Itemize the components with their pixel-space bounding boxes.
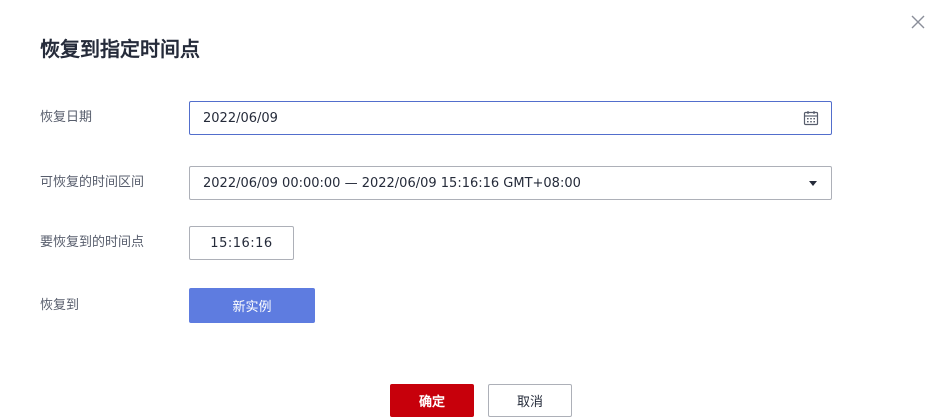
restore-time-input[interactable]: 15:16:16: [189, 226, 294, 260]
time-range-value: 2022/06/09 00:00:00 — 2022/06/09 15:16:1…: [203, 175, 581, 191]
restore-date-label: 恢复日期: [40, 110, 93, 125]
restore-date-input[interactable]: 2022/06/09: [189, 101, 832, 135]
calendar-icon[interactable]: [803, 110, 819, 126]
close-button[interactable]: [906, 10, 930, 34]
dialog-title: 恢复到指定时间点: [40, 37, 200, 61]
close-icon: [911, 15, 925, 29]
restore-time-label: 要恢复到的时间点: [40, 235, 145, 250]
restore-to-label: 恢复到: [40, 298, 80, 313]
restore-dialog: 恢复到指定时间点 恢复日期 2022/06/09 可恢复的时间区间 2022/0…: [0, 0, 937, 417]
confirm-button[interactable]: 确定: [390, 384, 474, 417]
new-instance-option[interactable]: 新实例: [189, 288, 315, 323]
time-range-select[interactable]: 2022/06/09 00:00:00 — 2022/06/09 15:16:1…: [189, 166, 832, 200]
cancel-button[interactable]: 取消: [488, 384, 572, 417]
chevron-down-icon: [809, 181, 817, 186]
time-range-label: 可恢复的时间区间: [40, 175, 145, 190]
restore-date-value: 2022/06/09: [203, 110, 278, 126]
